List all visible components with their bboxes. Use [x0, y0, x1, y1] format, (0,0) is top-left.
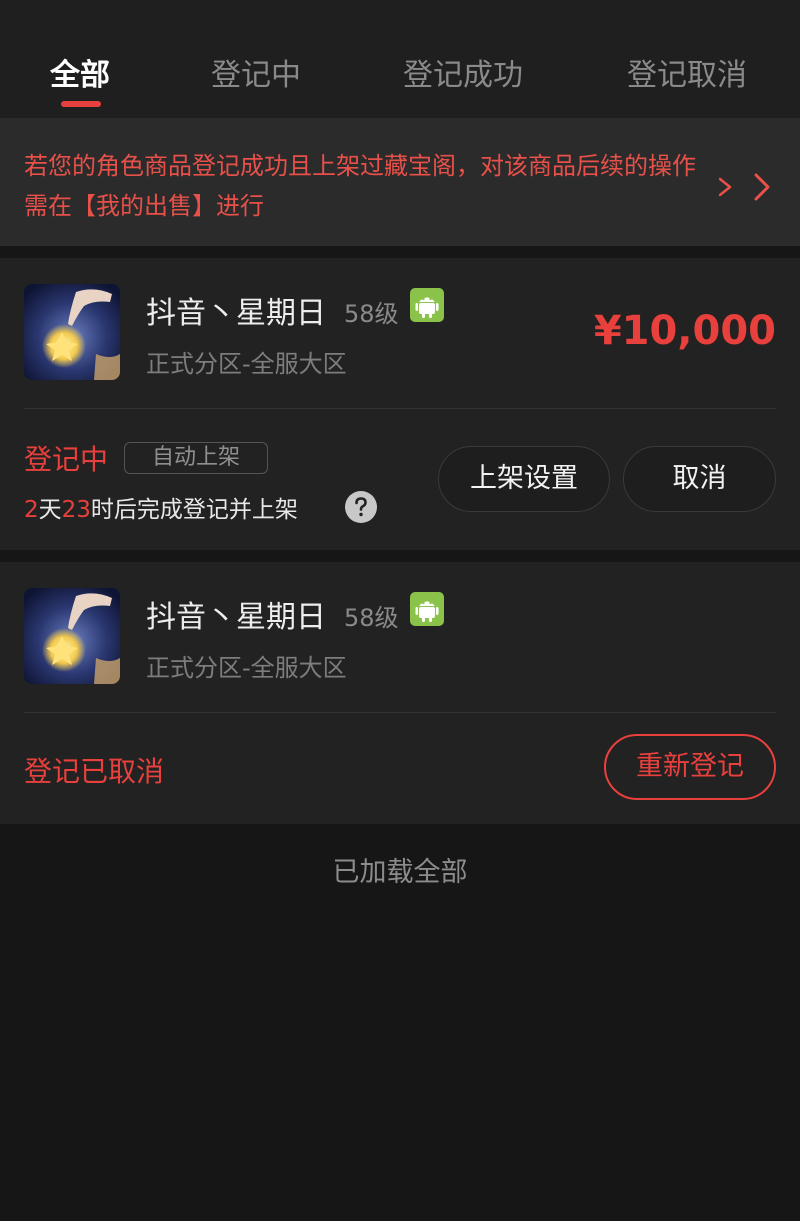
character-level: 58级: [344, 300, 399, 328]
cancel-button[interactable]: 取消: [623, 446, 776, 512]
server-name: 正式分区-全服大区: [146, 350, 347, 378]
price: ¥10,000: [593, 308, 776, 354]
auto-list-badge: 自动上架: [124, 442, 268, 474]
help-icon[interactable]: [344, 490, 378, 524]
android-icon: [410, 592, 444, 626]
character-level: 58级: [344, 604, 399, 632]
countdown-hours: 23: [61, 497, 91, 523]
character-name: 抖音丶星期日: [146, 600, 326, 635]
registration-card: 抖音丶星期日 58级 正式分区-全服大区 登记已取消 重新登记: [0, 562, 800, 824]
countdown-days: 2: [24, 497, 39, 523]
tab-registration-cancelled[interactable]: 登记取消: [627, 50, 747, 94]
divider: [24, 712, 776, 713]
active-tab-indicator: [61, 101, 101, 107]
tab-registered-success[interactable]: 登记成功: [403, 50, 523, 94]
android-icon: [410, 288, 444, 322]
double-chevron-right-icon[interactable]: [716, 167, 776, 207]
notice-text: 若您的角色商品登记成功且上架过藏宝阁，对该商品后续的操作需在【我的出售】进行: [24, 152, 696, 220]
countdown-text: 2天23时后完成登记并上架: [24, 490, 298, 524]
shelf-settings-button[interactable]: 上架设置: [438, 446, 610, 512]
character-name: 抖音丶星期日: [146, 296, 326, 331]
status-label: 登记中: [24, 443, 109, 476]
divider: [24, 408, 776, 409]
tab-bar: 全部 登记中 登记成功 登记取消: [0, 0, 800, 118]
notice-banner[interactable]: 若您的角色商品登记成功且上架过藏宝阁，对该商品后续的操作需在【我的出售】进行: [0, 118, 800, 246]
character-avatar[interactable]: [24, 588, 120, 684]
reregister-button[interactable]: 重新登记: [604, 734, 776, 800]
all-loaded-text: 已加载全部: [332, 857, 468, 888]
tab-registering[interactable]: 登记中: [211, 50, 301, 94]
registration-card: 抖音丶星期日 58级 正式分区-全服大区 ¥10,000 登记中 自动上架 2天…: [0, 258, 800, 550]
countdown-days-unit: 天: [38, 497, 62, 523]
countdown-rest: 时后完成登记并上架: [90, 497, 298, 523]
tab-all[interactable]: 全部: [50, 50, 110, 94]
server-name: 正式分区-全服大区: [146, 654, 347, 682]
status-label: 登记已取消: [24, 755, 165, 788]
character-avatar[interactable]: [24, 284, 120, 380]
